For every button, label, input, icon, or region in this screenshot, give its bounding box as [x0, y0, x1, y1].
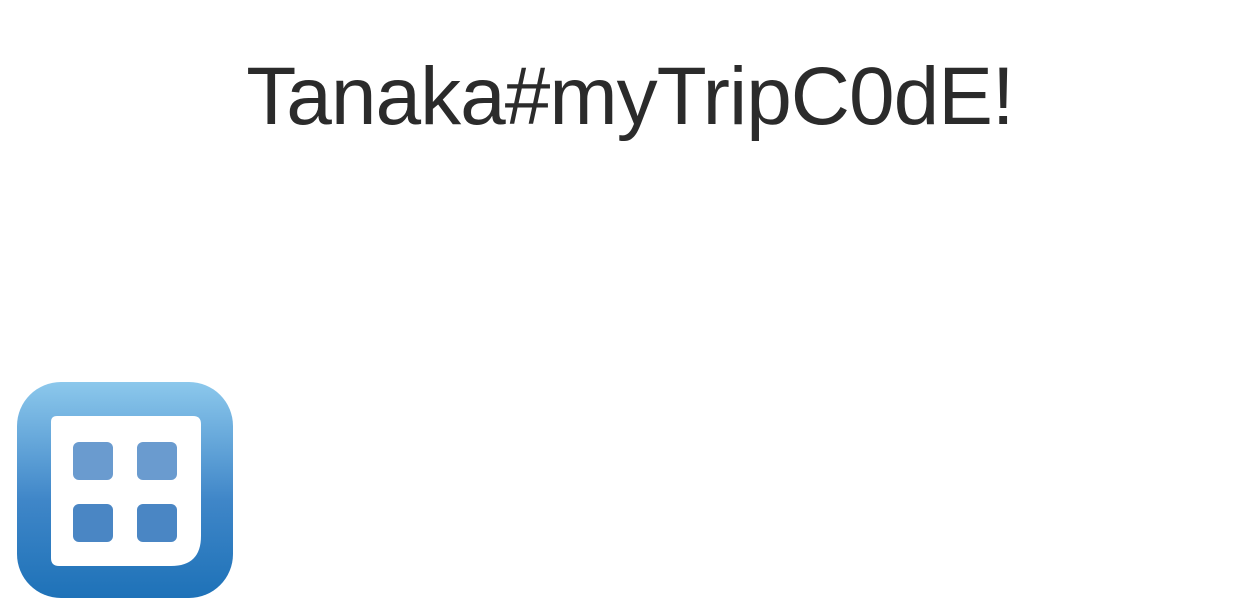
grid-app-icon	[17, 382, 233, 598]
page-title: Tanaka#myTripC0dE!	[246, 51, 1014, 142]
page: Tanaka#myTripC0dE!	[0, 0, 1260, 615]
